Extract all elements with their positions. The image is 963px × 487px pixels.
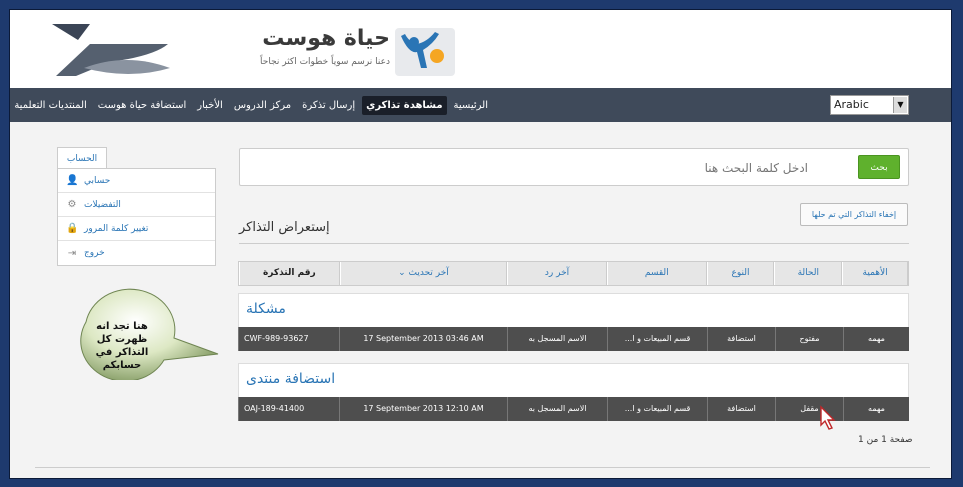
table-cell: الاسم المسجل به xyxy=(507,327,607,351)
table-cell: 17 September 2013 12:10 AM xyxy=(339,397,507,421)
gear-icon: ⚙ xyxy=(67,199,77,210)
ticket-title-link[interactable]: استضافة منتدى xyxy=(246,371,335,387)
search-input[interactable] xyxy=(248,156,808,180)
divider xyxy=(239,243,909,244)
sidebar-item-label: تغيير كلمة المرور xyxy=(84,223,149,234)
table-cell: الاسم المسجل به xyxy=(507,397,607,421)
brand-mark xyxy=(395,28,455,76)
pagination-text: صفحة 1 من 1 xyxy=(858,435,913,445)
nav-item-5[interactable]: استضافة حياة هوست xyxy=(94,96,191,115)
table-cell: ...قسم المبيعات و ا xyxy=(607,327,707,351)
language-select[interactable]: Arabic ▼ xyxy=(830,95,909,115)
column-header-3[interactable]: القسم xyxy=(606,262,707,285)
browser-frame: حياة هوست دعنا نرسم سوياً خطوات اكثر نجا… xyxy=(9,9,952,479)
ticket-title-link[interactable]: مشكلة xyxy=(246,301,286,317)
table-cell: OAJ-189-41400 xyxy=(238,397,339,421)
nav-item-0[interactable]: الرئيسية xyxy=(450,96,492,115)
nav-item-4[interactable]: الأخبار xyxy=(193,96,227,115)
nav-item-1[interactable]: مشاهدة تذاكري xyxy=(362,95,447,115)
language-select-value: Arabic xyxy=(834,98,869,111)
site-header: حياة هوست دعنا نرسم سوياً خطوات اكثر نجا… xyxy=(10,10,951,88)
sidebar-item-label: خروج xyxy=(84,248,105,258)
table-row[interactable]: مهمه مفتوح استضافة ...قسم المبيعات و ا الاسم… xyxy=(238,327,909,351)
lock-icon: 🔒 xyxy=(66,223,79,234)
ticket-card: استضافة منتدى xyxy=(238,363,909,398)
brand-title: حياة هوست xyxy=(262,26,390,51)
column-header-4[interactable]: آخر رد xyxy=(507,262,607,285)
column-header-6[interactable]: رقم التذكرة xyxy=(238,262,340,285)
site-logo[interactable] xyxy=(50,22,180,78)
table-cell: مفتوح xyxy=(775,327,843,351)
hide-resolved-button[interactable]: إخفاء التذاكر التي تم حلها xyxy=(800,203,908,226)
user-icon: 👤 xyxy=(66,175,79,186)
nav-menu: الرئيسية مشاهدة تذاكري إرسال تذكرة مركز الد… xyxy=(10,88,492,122)
column-header-0[interactable]: الأهمية xyxy=(842,262,908,285)
logout-icon: ⇥ xyxy=(67,247,77,259)
mouse-cursor-icon xyxy=(820,405,836,430)
callout-text: هنا تجد انه ظهرت كل التذاكر في حسابكم xyxy=(95,321,149,371)
table-cell: ...قسم المبيعات و ا xyxy=(607,397,707,421)
sidebar-item-2[interactable]: 🔒 تغيير كلمة المرور xyxy=(58,217,215,241)
table-row[interactable]: مهمه مقفل استضافة ...قسم المبيعات و ا الاسم … xyxy=(238,397,909,421)
sidebar-item-1[interactable]: ⚙ التفضيلات xyxy=(58,193,215,217)
table-cell: 17 September 2013 03:46 AM xyxy=(339,327,507,351)
footer-divider xyxy=(35,467,930,468)
sidebar-menu: 👤 حسابي ⚙ التفضيلات 🔒 تغيير كلمة المرور ⇥ خروج xyxy=(57,168,216,266)
brand-logo[interactable]: حياة هوست دعنا نرسم سوياً خطوات اكثر نجا… xyxy=(225,24,470,84)
table-cell: CWF-989-93627 xyxy=(238,327,339,351)
sidebar-tab-account[interactable]: الحساب xyxy=(57,147,107,169)
search-box: بحث xyxy=(239,148,909,186)
chevron-down-icon[interactable]: ▼ xyxy=(893,97,907,113)
table-header: الأهمية الحالة النوع القسم آخر رد ⌄ آخر تحديث… xyxy=(238,261,909,286)
search-button[interactable]: بحث xyxy=(858,155,900,179)
main-navbar: الرئيسية مشاهدة تذاكري إرسال تذكرة مركز الد… xyxy=(10,88,951,122)
table-cell: مهمه xyxy=(843,397,909,421)
column-header-1[interactable]: الحالة xyxy=(774,262,843,285)
ticket-card: مشكلة xyxy=(238,293,909,328)
table-cell: مهمه xyxy=(843,327,909,351)
nav-item-6[interactable]: المنتديات التعلمية xyxy=(10,96,90,115)
page-title: إستعراض التذاكر xyxy=(239,220,330,235)
column-header-2[interactable]: النوع xyxy=(706,262,775,285)
brand-tagline: دعنا نرسم سوياً خطوات اكثر نجاحاً xyxy=(260,57,390,67)
sidebar-item-3[interactable]: ⇥ خروج xyxy=(58,241,215,265)
column-header-5[interactable]: ⌄ آخر تحديث xyxy=(339,262,508,285)
sidebar-item-label: حسابي xyxy=(84,175,111,186)
nav-item-3[interactable]: مركز الدروس xyxy=(230,96,295,115)
table-cell: استضافة xyxy=(707,397,775,421)
sidebar-item-0[interactable]: 👤 حسابي xyxy=(58,169,215,193)
sidebar-item-label: التفضيلات xyxy=(84,199,121,210)
table-cell: استضافة xyxy=(707,327,775,351)
nav-item-2[interactable]: إرسال تذكرة xyxy=(298,96,359,115)
